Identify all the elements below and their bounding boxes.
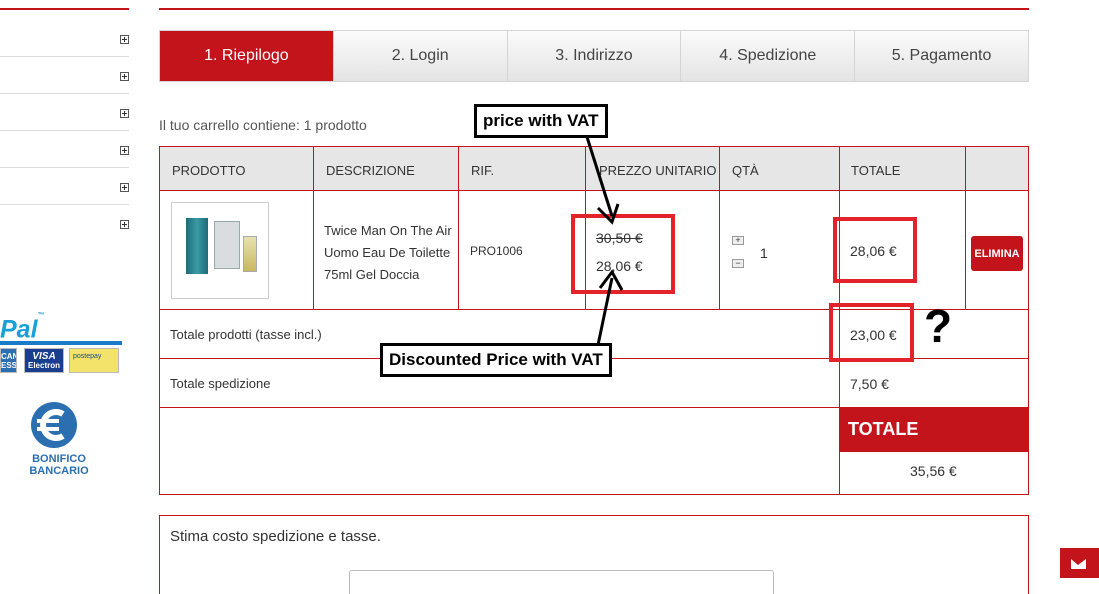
plus-box-icon[interactable]	[120, 72, 129, 81]
plus-box-icon[interactable]	[120, 220, 129, 229]
header-unit-price: PREZZO UNITARIO	[599, 163, 717, 178]
col-divider	[965, 147, 966, 309]
header-ref: RIF.	[471, 163, 495, 178]
sidebar-category-3[interactable]	[0, 94, 129, 131]
main-divider	[159, 8, 1029, 10]
product-box-graphic	[214, 221, 240, 269]
product-bottle-graphic	[243, 236, 257, 272]
contact-tab[interactable]	[1060, 548, 1099, 578]
shipping-estimate-input[interactable]	[349, 570, 774, 594]
sidebar-divider	[0, 8, 129, 10]
col-divider	[719, 147, 720, 309]
euro-icon	[31, 402, 77, 448]
highlight-box-products-total	[829, 303, 914, 362]
step-riepilogo[interactable]: 1. Riepilogo	[160, 31, 334, 81]
header-description: DESCRIZIONE	[326, 163, 415, 178]
shipping-estimate-title: Stima costo spedizione e tasse.	[170, 528, 381, 545]
grand-total-label: TOTALE	[840, 407, 1028, 451]
plus-box-icon[interactable]	[120, 109, 129, 118]
delete-button[interactable]: ELIMINA	[971, 236, 1023, 271]
bonifico-bancario-label: BONIFICO BANCARIO	[29, 453, 89, 477]
sidebar-category-2[interactable]	[0, 57, 129, 94]
highlight-box-unit-price	[571, 214, 675, 294]
step-login[interactable]: 2. Login	[333, 31, 508, 81]
grand-total-value: 35,56 €	[910, 463, 957, 479]
visa-electron-logo: VISA Electron	[24, 348, 64, 373]
step-pagamento[interactable]: 5. Pagamento	[855, 31, 1028, 81]
shipping-total-value: 7,50 €	[850, 376, 889, 392]
plus-box-icon[interactable]	[120, 35, 129, 44]
shipping-estimate-panel: Stima costo spedizione e tasse.	[159, 515, 1029, 594]
product-description[interactable]: Twice Man On The Air Uomo Eau De Toilett…	[324, 220, 454, 286]
row-divider	[840, 451, 1028, 452]
row-divider	[160, 190, 1028, 191]
sidebar-category-5[interactable]	[0, 168, 129, 205]
callout-discounted-price: Discounted Price with VAT	[380, 343, 612, 377]
products-total-label: Totale prodotti (tasse incl.)	[170, 327, 322, 342]
col-divider	[458, 147, 459, 309]
postepay-card-logo: postepay	[69, 348, 119, 373]
shipping-total-label: Totale spedizione	[170, 376, 271, 391]
product-tube-graphic	[186, 218, 208, 274]
callout-price-with-vat: price with VAT	[474, 104, 608, 138]
product-ref: PRO1006	[470, 244, 523, 258]
header-qty: QTÀ	[732, 163, 759, 178]
qty-value: 1	[760, 245, 768, 261]
paypal-underline	[0, 341, 122, 345]
highlight-box-row-total	[833, 217, 917, 283]
col-divider	[313, 147, 314, 309]
sidebar-category-1[interactable]	[0, 20, 129, 57]
qty-increase-button[interactable]: +	[732, 236, 744, 245]
cart-summary: Il tuo carrello contiene: 1 prodotto	[159, 117, 367, 133]
plus-box-icon[interactable]	[120, 146, 129, 155]
plus-box-icon[interactable]	[120, 183, 129, 192]
envelope-icon	[1071, 559, 1086, 569]
header-product: PRODOTTO	[172, 163, 246, 178]
step-spedizione[interactable]: 4. Spedizione	[681, 31, 856, 81]
sidebar-category-4[interactable]	[0, 131, 129, 168]
header-total: TOTALE	[851, 163, 901, 178]
paypal-logo: Pal™	[0, 312, 45, 344]
step-indirizzo[interactable]: 3. Indirizzo	[507, 31, 682, 81]
sidebar-category-6[interactable]	[0, 205, 129, 242]
qty-decrease-button[interactable]: −	[732, 259, 744, 268]
checkout-steps: 1. Riepilogo 2. Login 3. Indirizzo 4. Sp…	[159, 30, 1029, 82]
question-mark: ?	[924, 300, 953, 352]
product-image[interactable]	[171, 202, 269, 299]
amex-card-logo: CAN ESS	[0, 348, 17, 373]
